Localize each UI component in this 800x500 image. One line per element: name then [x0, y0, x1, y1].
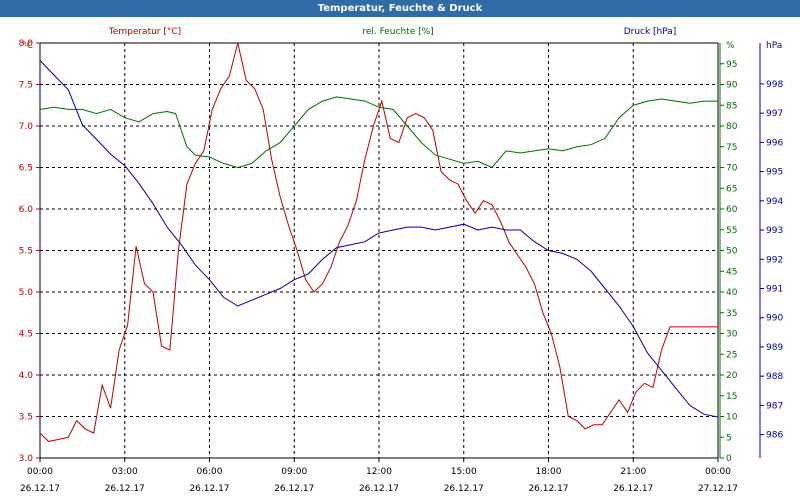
x-tick-label-date: 26.12.17	[20, 484, 60, 494]
pressure-tick-label: 995	[766, 168, 783, 178]
pressure-tick-label: 986	[766, 431, 783, 441]
pressure-tick-label: 990	[766, 314, 783, 324]
humidity-tick-label: 5	[726, 433, 732, 443]
x-tick-label-time: 21:00	[620, 467, 646, 477]
temperature-tick-label: 4.5	[19, 330, 33, 340]
pressure-tick-label: 988	[766, 372, 783, 382]
humidity-tick-label: 85	[726, 101, 737, 111]
x-tick-label-date: 26.12.17	[274, 484, 314, 494]
pressure-unit-label: hPa	[766, 41, 782, 51]
x-tick-label-date: 26.12.17	[528, 484, 568, 494]
pressure-tick-label: 996	[766, 138, 783, 148]
temperature-tick-label: 5.5	[19, 247, 33, 257]
temperature-tick-label: 6.0	[19, 205, 34, 215]
x-tick-label-time: 18:00	[536, 467, 562, 477]
humidity-tick-label: 25	[726, 350, 737, 360]
temperature-tick-label: 7.0	[19, 122, 34, 132]
x-tick-label-time: 03:00	[112, 467, 138, 477]
x-tick-label-time: 00:00	[27, 467, 53, 477]
humidity-tick-label: 20	[726, 371, 738, 381]
temperature-tick-label: 3.0	[19, 454, 34, 464]
temperature-tick-label: 4.0	[19, 371, 34, 381]
pressure-tick-label: 997	[766, 109, 783, 119]
pressure-tick-label: 991	[766, 284, 783, 294]
temperature-tick-label: 7.5	[19, 81, 33, 91]
humidity-tick-label: 45	[726, 267, 737, 277]
temperature-unit-label: °C	[22, 41, 33, 51]
humidity-tick-label: 80	[726, 122, 738, 132]
x-tick-label-time: 06:00	[197, 467, 223, 477]
x-tick-label-date: 26.12.17	[613, 484, 653, 494]
humidity-tick-label: 65	[726, 184, 737, 194]
temperature-tick-label: 3.5	[19, 413, 33, 423]
chart-canvas: 00:00 26.12.17 03:00 26.12.17 06:00 26.12.17 0…	[19, 27, 784, 494]
humidity-tick-label: 60	[726, 205, 738, 215]
pressure-tick-label: 987	[766, 401, 783, 411]
humidity-tick-label: 35	[726, 309, 737, 319]
humidity-unit-label: %	[726, 41, 735, 51]
x-tick-label-date: 27.12.17	[698, 484, 738, 494]
x-tick-label-date: 26.12.17	[189, 484, 229, 494]
pressure-tick-label: 998	[766, 80, 783, 90]
humidity-tick-label: 50	[726, 247, 738, 257]
humidity-tick-label: 30	[726, 330, 738, 340]
humidity-tick-label: 0	[726, 454, 732, 464]
pressure-tick-label: 992	[766, 255, 783, 265]
humidity-tick-label: 95	[726, 60, 737, 70]
x-tick-label-time: 12:00	[366, 467, 392, 477]
x-tick-label-time: 15:00	[451, 467, 477, 477]
humidity-tick-label: 70	[726, 164, 738, 174]
x-tick-label-time: 00:00	[705, 467, 731, 477]
x-tick-label-time: 09:00	[281, 467, 307, 477]
humidity-tick-label: 75	[726, 143, 737, 153]
humidity-tick-label: 10	[726, 413, 738, 423]
x-tick-label-date: 26.12.17	[359, 484, 399, 494]
temperature-tick-label: 5.0	[19, 288, 34, 298]
x-tick-label-date: 26.12.17	[105, 484, 145, 494]
pressure-axis-title: Druck [hPa]	[624, 27, 677, 37]
temperature-tick-label: 6.5	[19, 164, 33, 174]
humidity-axis-title: rel. Feuchte [%]	[362, 27, 433, 37]
humidity-tick-label: 90	[726, 81, 738, 91]
humidity-tick-label: 15	[726, 392, 737, 402]
temperature-axis-title: Temperatur [°C]	[108, 27, 181, 37]
pressure-tick-label: 989	[766, 343, 783, 353]
pressure-tick-label: 993	[766, 226, 783, 236]
x-tick-label-date: 26.12.17	[444, 484, 484, 494]
humidity-tick-label: 55	[726, 226, 737, 236]
grid	[39, 42, 719, 459]
pressure-tick-label: 994	[766, 197, 783, 207]
humidity-tick-label: 40	[726, 288, 738, 298]
